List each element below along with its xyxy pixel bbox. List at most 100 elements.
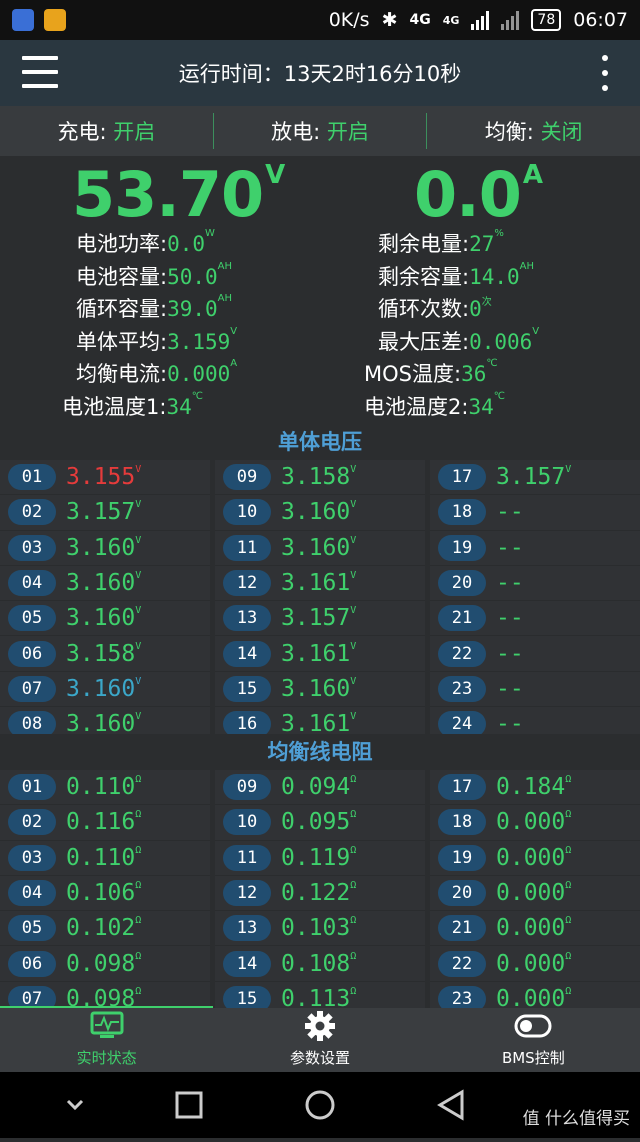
hide-nav-icon: [66, 1099, 84, 1111]
cell-value: --: [496, 534, 524, 561]
cell-unit: Ω: [350, 985, 357, 997]
stat-unit: W: [205, 228, 215, 239]
cell-value: 0.098Ω: [66, 950, 142, 977]
stat-label: 剩余容量:: [378, 264, 470, 289]
no-signal-icon: [501, 10, 520, 30]
discharge-status[interactable]: 放电: 开启: [214, 116, 427, 146]
tab-bms-control[interactable]: BMS控制: [427, 1008, 640, 1072]
voltage-column: 17 3.157V 18 -- 19 -- 20 -- 21 -- 22 -- 23 -- 24 --: [430, 460, 640, 743]
more-options-icon[interactable]: [602, 55, 608, 91]
cell-number-badge: 01: [8, 464, 56, 491]
tab-parameter-settings[interactable]: 参数设置: [213, 1008, 426, 1072]
resistance-cell: 21 0.000Ω: [430, 911, 640, 947]
resistance-cell: 11 0.119Ω: [215, 840, 425, 876]
cell-unit: Ω: [565, 844, 572, 856]
cell-value: 3.157V: [281, 605, 357, 632]
cell-number-badge: 23: [438, 675, 486, 702]
cell-unit: Ω: [565, 950, 572, 962]
network-speed: 0K/s: [328, 9, 370, 31]
cell-number-badge: 11: [223, 534, 271, 561]
recent-apps-icon: [175, 1091, 203, 1119]
stat-unit: AH: [519, 260, 535, 272]
cell-number-badge: 15: [223, 675, 271, 702]
stat-value: 36: [461, 362, 487, 386]
stat-label: MOS温度:: [364, 362, 462, 386]
cell-value: 0.103Ω: [281, 915, 357, 942]
cell-number-badge: 15: [223, 985, 271, 1008]
cell-value: 0.000Ω: [496, 950, 572, 977]
monitor-icon: [90, 1008, 124, 1043]
voltage-cell: 04 3.160V: [0, 565, 210, 602]
resistance-cell: 20 0.000Ω: [430, 875, 640, 912]
cell-value: 0.113Ω: [281, 985, 357, 1008]
cell-value: 3.160V: [66, 570, 142, 597]
cell-value: --: [496, 499, 524, 526]
cell-unit: Ω: [350, 950, 357, 962]
watermark: 值 什么值得买: [522, 1109, 630, 1129]
cell-unit: Ω: [135, 844, 142, 856]
stat-value: 34: [166, 394, 192, 419]
signal-strength-icon: [471, 10, 490, 30]
balance-resistance-grid: 01 0.110Ω 02 0.116Ω 03 0.110Ω 04 0.106Ω 05 0.102Ω…: [0, 770, 640, 1008]
voltage-column: 09 3.158V 10 3.160V 11 3.160V 12 3.161V 13 3.157V…: [215, 460, 425, 743]
stat-right-5: 电池温度2:34℃: [364, 391, 505, 421]
cell-number-badge: 12: [223, 570, 271, 597]
stat-label: 电池容量:: [76, 264, 168, 289]
stat-right-0: 剩余电量:27%: [378, 228, 504, 258]
cell-value: 0.000Ω: [496, 915, 572, 942]
stat-left-3: 单体平均:3.159V: [76, 326, 237, 356]
stat-label: 最大压差:: [378, 329, 470, 354]
cell-unit: V: [135, 534, 142, 546]
cell-number-badge: 17: [438, 774, 486, 801]
cell-unit: Ω: [565, 915, 572, 927]
cell-value: 3.160V: [281, 499, 357, 526]
cell-value: --: [496, 570, 524, 597]
voltage-cell: 19 --: [430, 530, 640, 566]
balance-status[interactable]: 均衡: 关闭: [427, 116, 640, 146]
battery-indicator: 78: [531, 9, 562, 31]
cell-value: --: [496, 605, 524, 632]
cell-unit: V: [135, 640, 142, 652]
cell-number-badge: 09: [223, 464, 271, 491]
stat-unit: A: [230, 358, 238, 369]
cell-number-badge: 19: [438, 534, 486, 561]
cell-number-badge: 12: [223, 880, 271, 907]
stat-label: 循环次数:: [378, 297, 470, 321]
summary-panel: 53.70V 0.0A 电池功率:0.0W 电池容量:50.0AH 循环容量:39.…: [0, 156, 640, 424]
cell-unit: V: [350, 534, 357, 546]
cell-unit: Ω: [350, 809, 357, 821]
stat-label: 剩余电量:: [378, 232, 470, 256]
runtime-title: 运行时间：13天2时16分10秒: [178, 62, 462, 86]
cell-value: 3.160V: [66, 675, 142, 702]
resistance-cell: 13 0.103Ω: [215, 911, 425, 947]
cell-number-badge: 13: [223, 605, 271, 632]
charge-status[interactable]: 充电: 开启: [0, 116, 213, 146]
cell-value: 3.161V: [281, 570, 357, 597]
resistance-cell: 22 0.000Ω: [430, 946, 640, 982]
cell-value: 3.160V: [281, 534, 357, 561]
app-header: 运行时间：13天2时16分10秒: [0, 40, 640, 106]
resistance-cell: 12 0.122Ω: [215, 875, 425, 912]
cell-unit: Ω: [350, 774, 357, 786]
voltage-cell: 18 --: [430, 495, 640, 531]
cell-number-badge: 11: [223, 844, 271, 871]
resistance-column: 17 0.184Ω 18 0.000Ω 19 0.000Ω 20 0.000Ω 21 0.000Ω…: [430, 770, 640, 1008]
cell-unit: Ω: [565, 985, 572, 997]
tab-realtime-status[interactable]: 实时状态: [0, 1008, 213, 1072]
cell-unit: V: [350, 499, 357, 511]
home-icon: [305, 1090, 335, 1120]
cell-number-badge: 19: [438, 844, 486, 871]
voltage-cell: 10 3.160V: [215, 495, 425, 531]
stat-right-1: 剩余容量:14.0AH: [378, 261, 534, 291]
cell-value: 3.160V: [66, 605, 142, 632]
total-current: 0.0A: [414, 158, 543, 231]
cell-number-badge: 03: [8, 534, 56, 561]
resistance-cell: 14 0.108Ω: [215, 946, 425, 982]
stat-value: 27: [469, 232, 495, 256]
hamburger-menu-icon[interactable]: [22, 56, 58, 88]
voltage-cell: 15 3.160V: [215, 671, 425, 708]
stat-unit: AH: [217, 293, 233, 304]
cell-unit: V: [350, 570, 357, 582]
cell-value: --: [496, 675, 524, 702]
cell-unit: V: [135, 464, 142, 476]
